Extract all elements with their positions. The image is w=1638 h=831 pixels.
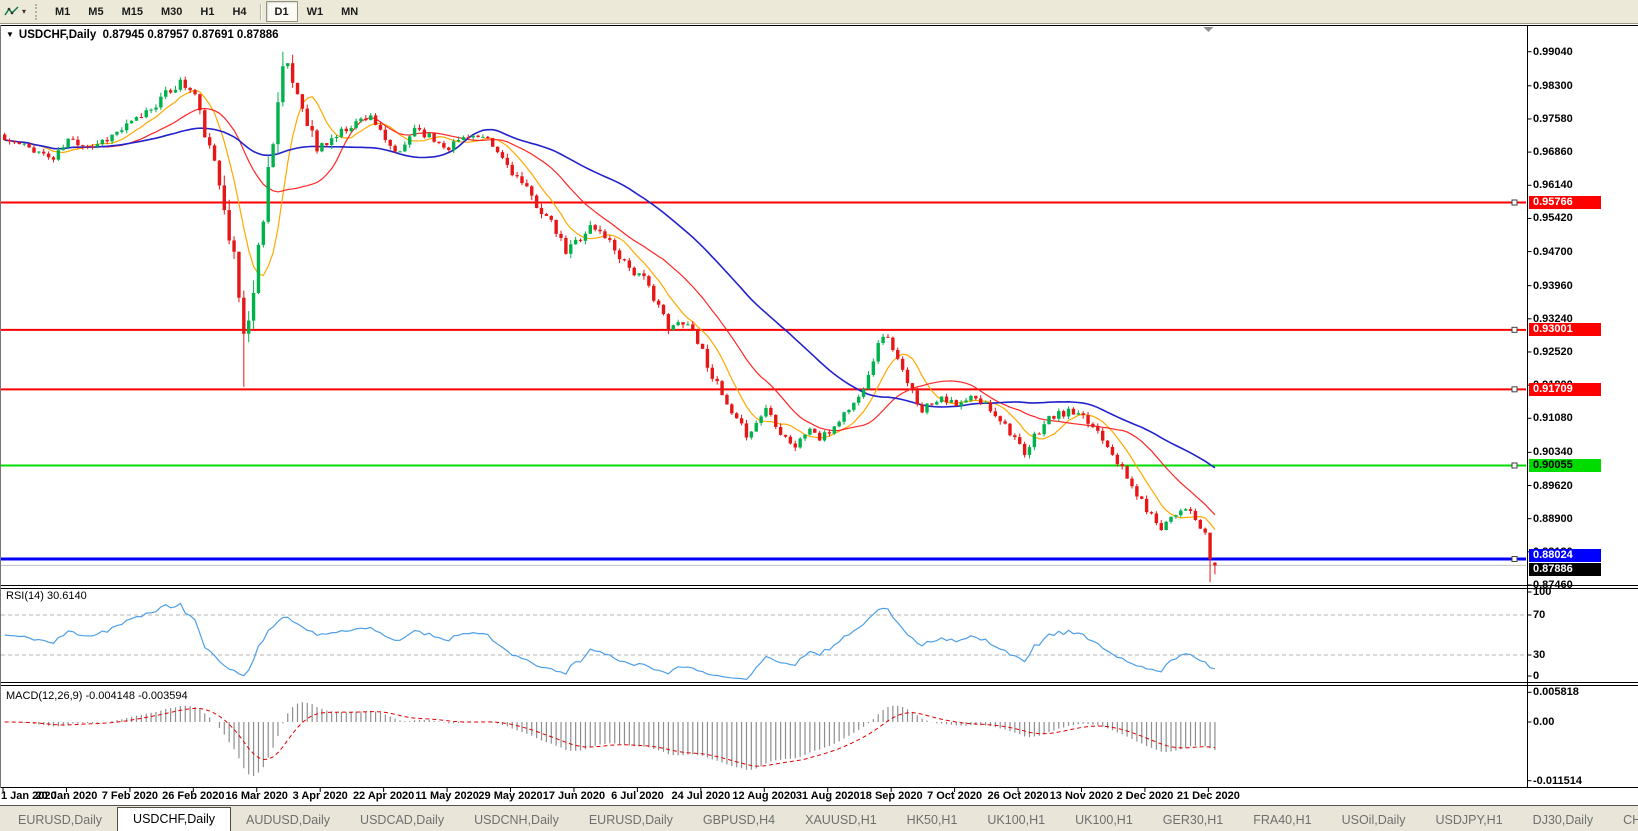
chart-tab-usdjpy-h1[interactable]: USDJPY,H1	[1421, 810, 1518, 831]
chart-tab-audusd-daily[interactable]: AUDUSD,Daily	[231, 810, 345, 831]
mt4-chart-screen: ▾ M1 M5 M15 M30 H1 H4 D1 W1 MN ▼ USDCHF,Daily 0.8…	[0, 0, 1638, 831]
chart-shift-marker-icon[interactable]	[1203, 27, 1214, 32]
chart-tab-eurusd-daily[interactable]: EURUSD,Daily	[3, 810, 117, 831]
chart-tab-usdchf-daily[interactable]: USDCHF,Daily	[117, 807, 231, 831]
chart-tab-usdcad-daily[interactable]: USDCAD,Daily	[345, 810, 459, 831]
chart-tab-fra40-h1[interactable]: FRA40,H1	[1238, 810, 1326, 831]
chart-tab-uk100-h1[interactable]: UK100,H1	[972, 810, 1060, 831]
chart-tab-usoil-daily[interactable]: USOil,Daily	[1327, 810, 1421, 831]
chart-tab-ger30-h1[interactable]: GER30,H1	[1148, 810, 1238, 831]
chart-tab-hk50-h1[interactable]: HK50,H1	[892, 810, 973, 831]
price-chart-canvas[interactable]	[0, 0, 1638, 805]
chart-tab-usdcnh-daily[interactable]: USDCNH,Daily	[459, 810, 574, 831]
chart-tab-xauusd-h1[interactable]: XAUUSD,H1	[790, 810, 892, 831]
chart-tabs-bar: EURUSD,Daily USDCHF,Daily AUDUSD,Daily USDC…	[0, 805, 1638, 831]
chart-tab-china300-h1[interactable]: CHINA300,H1	[1608, 810, 1638, 831]
chart-tab-uk100-h1[interactable]: UK100,H1	[1060, 810, 1148, 831]
chart-tab-gbpusd-h4[interactable]: GBPUSD,H4	[688, 810, 790, 831]
chart-tab-eurusd-daily[interactable]: EURUSD,Daily	[574, 810, 688, 831]
chart-tab-dj30-daily[interactable]: DJ30,Daily	[1518, 810, 1608, 831]
